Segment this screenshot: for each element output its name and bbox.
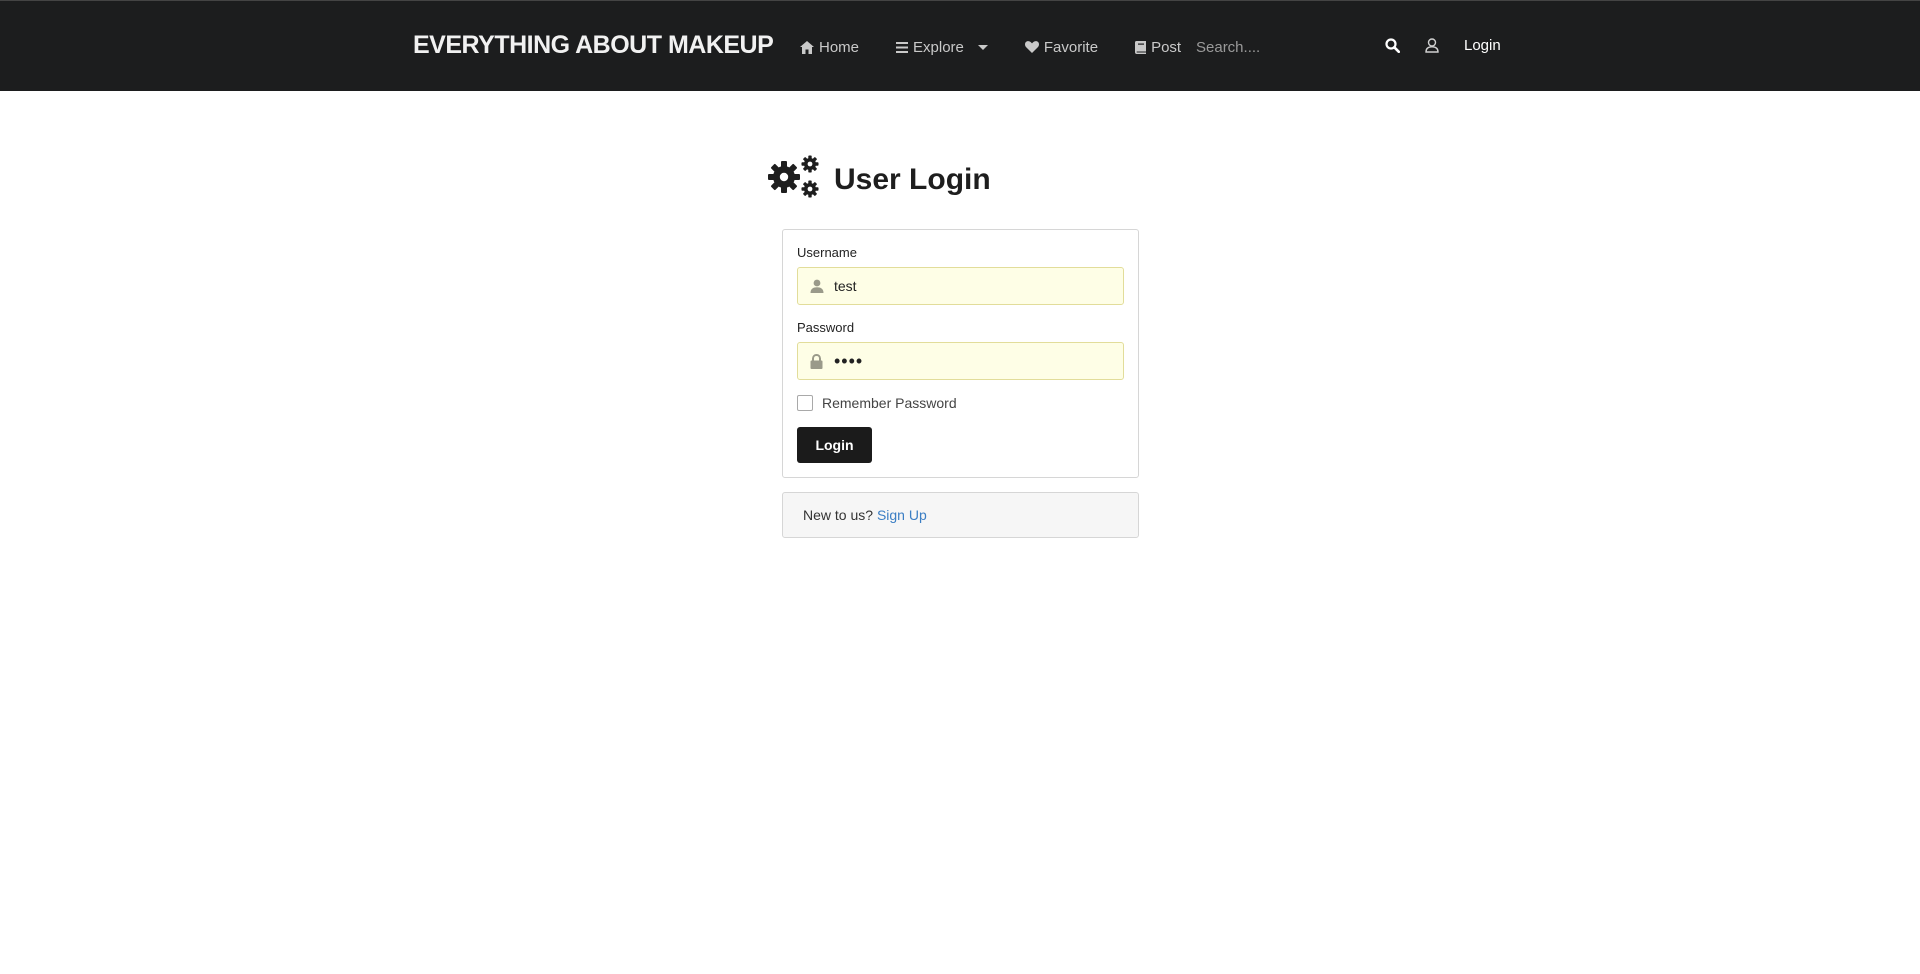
remember-password-row: Remember Password [797, 395, 957, 411]
signup-link[interactable]: Sign Up [877, 507, 927, 523]
top-navbar: EVERYTHING ABOUT MAKEUP Home Explore Fav… [0, 0, 1920, 91]
nav-item-label: Home [819, 38, 860, 56]
remember-password-checkbox[interactable] [797, 395, 813, 411]
home-icon [800, 40, 814, 54]
caret-down-icon [977, 44, 988, 50]
password-input[interactable] [834, 343, 1114, 379]
nav-item-favorite[interactable]: Favorite [1024, 38, 1099, 56]
nav-item-explore[interactable]: Explore [896, 39, 988, 56]
login-panel: Username Password Remember Password Logi… [782, 229, 1139, 478]
nav-item-label: Favorite [1043, 38, 1099, 56]
password-field[interactable] [797, 342, 1124, 380]
book-icon [1135, 40, 1147, 54]
username-input[interactable] [834, 268, 1114, 304]
search-icon[interactable] [1385, 38, 1401, 58]
user-icon[interactable] [1425, 38, 1439, 58]
lock-icon [810, 353, 823, 374]
search-input[interactable] [1196, 35, 1336, 59]
signup-prompt: New to us? [803, 507, 874, 523]
nav-item-home[interactable]: Home [800, 39, 859, 56]
username-field[interactable] [797, 267, 1124, 305]
signup-panel: New to us? Sign Up [782, 492, 1139, 538]
nav-item-post[interactable]: Post [1135, 39, 1181, 56]
main-nav: Home Explore Favorite Post [800, 37, 1218, 57]
remember-password-label[interactable]: Remember Password [822, 395, 957, 411]
username-label: Username [797, 245, 857, 260]
bars-icon [896, 41, 909, 53]
page-title: User Login [834, 162, 991, 196]
nav-item-label: Post [1151, 38, 1182, 56]
password-label: Password [797, 320, 855, 335]
page-heading: User Login [766, 155, 991, 204]
login-button[interactable]: Login [797, 427, 872, 463]
nav-item-label: Explore [913, 38, 964, 56]
nav-login-link[interactable]: Login [1464, 37, 1501, 54]
user-icon [810, 279, 824, 298]
gears-icon [766, 155, 820, 204]
brand-logo[interactable]: EVERYTHING ABOUT MAKEUP [413, 31, 774, 60]
heart-icon [1024, 41, 1039, 53]
